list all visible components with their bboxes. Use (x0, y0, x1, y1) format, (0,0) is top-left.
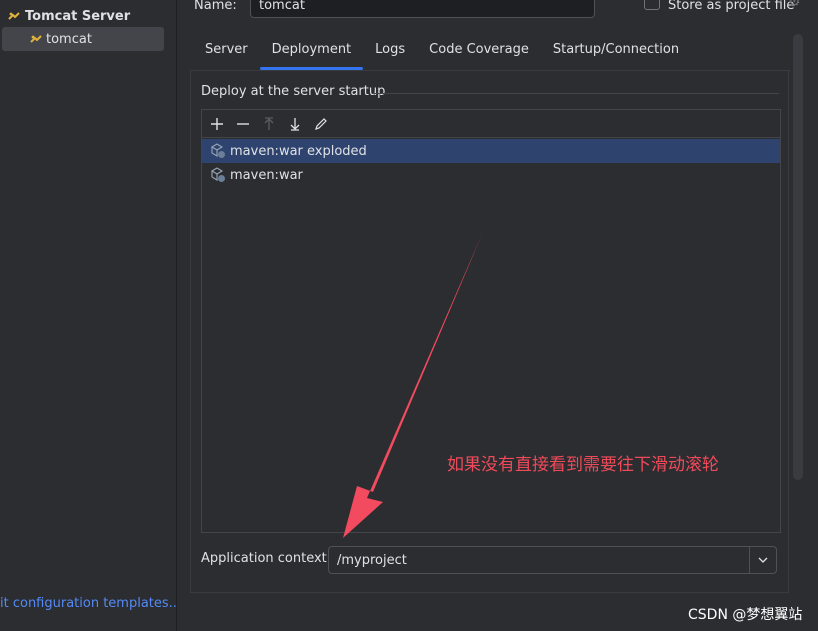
config-editor: Name: Store as project file ⚙ Server Dep… (177, 0, 818, 631)
tab-deployment[interactable]: Deployment (259, 36, 364, 70)
name-field[interactable] (250, 0, 595, 18)
list-item[interactable]: maven:war (202, 163, 780, 187)
tree-item-label: Tomcat Server (25, 8, 131, 24)
application-context-value[interactable]: /myproject (329, 553, 749, 568)
edit-templates-link[interactable]: it configuration templates... (0, 596, 181, 611)
section-divider (373, 93, 779, 94)
edit-icon[interactable] (312, 115, 330, 133)
section-title: Deploy at the server startup (201, 84, 386, 99)
list-item-label: maven:war exploded (230, 143, 367, 159)
tab-logs[interactable]: Logs (363, 36, 417, 64)
run-config-tree: Tomcat Server tomcat it configuration te… (0, 0, 181, 631)
add-icon[interactable] (208, 115, 226, 133)
gear-icon[interactable]: ⚙ (788, 0, 801, 10)
tomcat-icon (8, 12, 20, 20)
chevron-down-icon[interactable] (749, 547, 776, 573)
remove-icon[interactable] (234, 115, 252, 133)
tab-startup-connection[interactable]: Startup/Connection (541, 36, 691, 64)
tree-item-tomcat[interactable]: tomcat (2, 27, 164, 51)
watermark: CSDN @梦想翼站 (688, 607, 803, 623)
name-label: Name: (194, 0, 237, 13)
annotation-arrow (343, 232, 483, 538)
list-item-label: maven:war (230, 167, 303, 183)
artifact-icon (210, 143, 225, 158)
move-down-icon[interactable] (286, 115, 304, 133)
application-context-combo[interactable]: /myproject (328, 546, 777, 574)
store-as-project-checkbox[interactable] (644, 0, 660, 10)
tree-item-tomcat-server[interactable]: Tomcat Server (8, 6, 130, 26)
move-up-icon[interactable] (260, 115, 278, 133)
store-as-project-label: Store as project file (668, 0, 795, 13)
tomcat-icon (30, 35, 42, 43)
list-item[interactable]: maven:war exploded (202, 139, 780, 163)
scrollbar[interactable] (793, 34, 803, 480)
artifact-icon (210, 167, 225, 182)
annotation-text: 如果没有直接看到需要往下滑动滚轮 (447, 455, 719, 475)
tree-item-label: tomcat (46, 31, 92, 47)
tab-code-coverage[interactable]: Code Coverage (417, 36, 541, 64)
application-context-label: Application context: (201, 551, 332, 566)
tab-server[interactable]: Server (193, 36, 260, 64)
deployment-toolbar (202, 110, 780, 138)
tab-bar: Server Deployment Logs Code Coverage Sta… (193, 36, 691, 70)
